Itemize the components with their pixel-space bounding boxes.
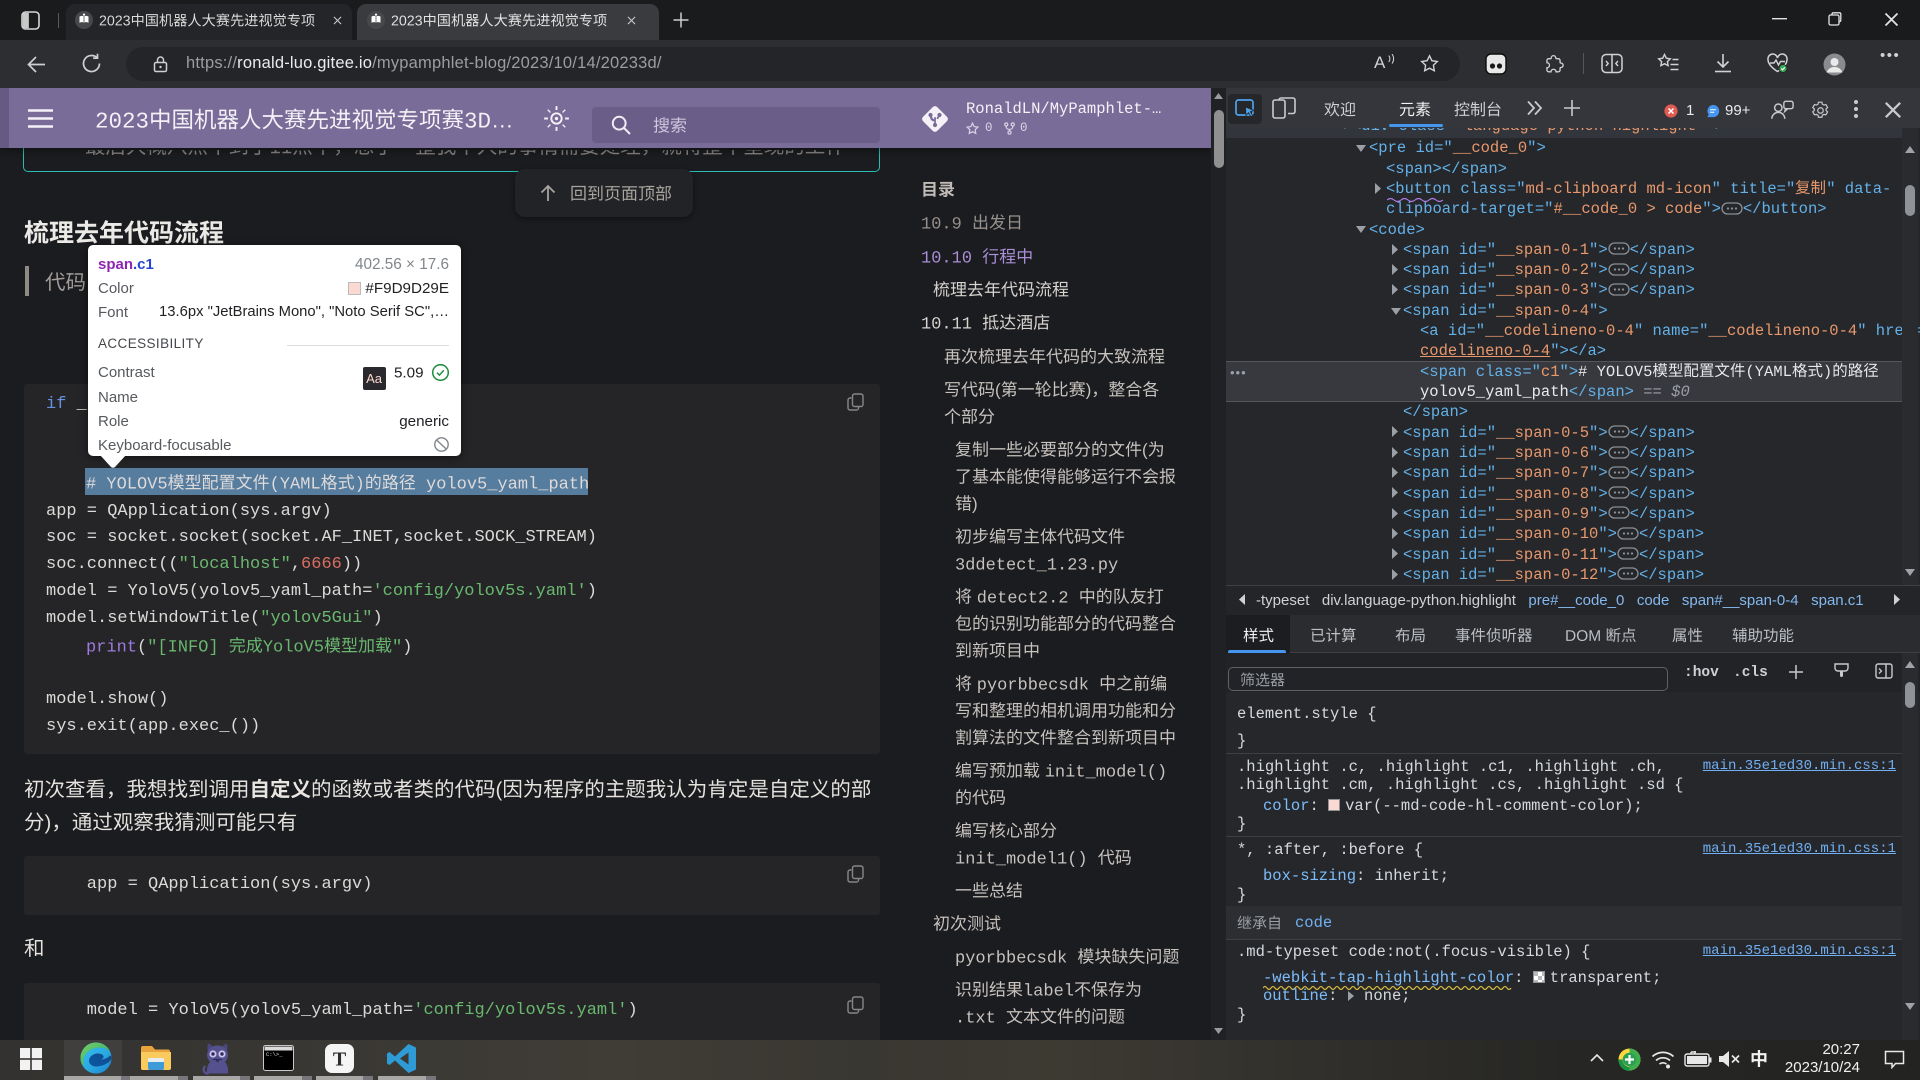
svg-text:T: T bbox=[333, 1049, 347, 1071]
svg-text:C:\>_: C:\>_ bbox=[266, 1051, 283, 1058]
